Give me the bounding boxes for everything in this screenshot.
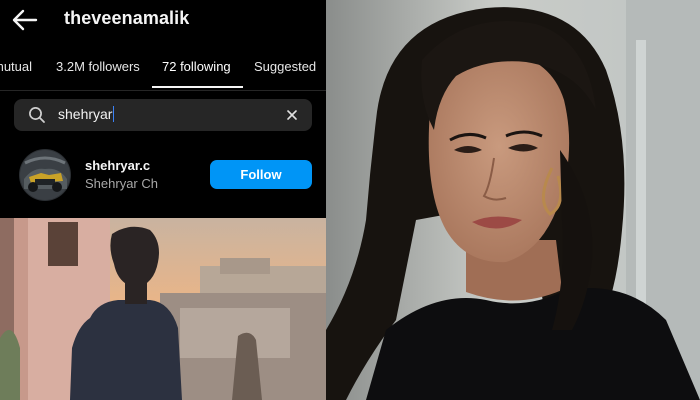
tab-mutual[interactable]: mutual (0, 59, 32, 74)
search-query: shehryar (58, 106, 113, 122)
profile-username: theveenamalik (64, 8, 190, 28)
result-full-name: Shehryar Ch (85, 176, 158, 191)
search-icon (29, 107, 45, 123)
search-input[interactable]: shehryar (58, 106, 115, 122)
follow-tabs: mutual 3.2M followers 72 following Sugge… (0, 48, 326, 91)
text-cursor (113, 106, 115, 122)
tab-following[interactable]: 72 following (162, 59, 231, 74)
app-header: theveenamalik (0, 0, 326, 40)
close-icon[interactable] (284, 107, 300, 123)
video-thumbnail (0, 218, 326, 400)
arrow-left-icon[interactable] (10, 6, 40, 34)
profile-photo (326, 0, 700, 400)
result-username: shehryar.c (85, 158, 151, 173)
tab-suggested[interactable]: Suggested (254, 59, 316, 74)
follow-button[interactable]: Follow (210, 160, 312, 189)
search-field[interactable]: shehryar (14, 99, 312, 131)
search-result-row[interactable]: shehryar.c Shehryar Ch Follow (0, 146, 326, 206)
tab-followers[interactable]: 3.2M followers (56, 59, 140, 74)
avatar[interactable] (19, 149, 71, 201)
instagram-following-screen: theveenamalik mutual 3.2M followers 72 f… (0, 0, 326, 400)
active-tab-indicator (152, 86, 243, 88)
